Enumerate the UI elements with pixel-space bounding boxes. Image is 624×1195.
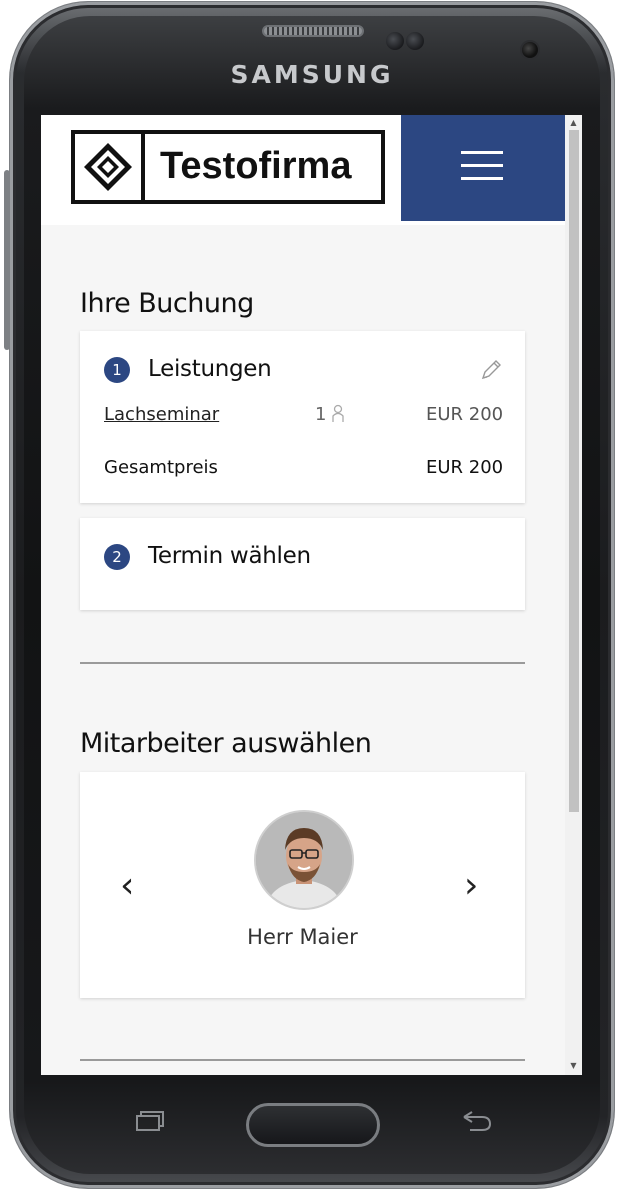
device-brand-logo: SAMSUNG (230, 60, 394, 89)
menu-bar-icon (461, 151, 503, 154)
back-icon[interactable] (460, 1110, 492, 1132)
service-item-quantity: 1 (315, 404, 327, 425)
booking-section-title: Ihre Buchung (80, 288, 254, 319)
services-card: 1 Leistungen Lachseminar 1 EUR 200 Gesam… (80, 331, 525, 503)
light-sensor (406, 32, 424, 50)
service-item-link[interactable]: Lachseminar (104, 404, 219, 425)
company-logo[interactable]: Testofirma (71, 130, 385, 204)
hamburger-menu-button[interactable] (401, 115, 565, 221)
staff-avatar[interactable] (254, 810, 354, 910)
appointment-step-title: Termin wählen (148, 543, 311, 569)
step-number-badge: 1 (104, 357, 130, 383)
logo-text: Testofirma (160, 145, 352, 187)
site-header: Testofirma (41, 115, 565, 225)
total-price-value: EUR 200 (426, 457, 504, 478)
scroll-down-icon[interactable]: ▼ (565, 1061, 582, 1070)
service-item-price: EUR 200 (426, 404, 504, 425)
step-number-badge: 2 (104, 544, 130, 570)
chevron-left-icon[interactable]: ‹ (120, 868, 134, 904)
recent-apps-icon[interactable] (133, 1110, 165, 1132)
edit-pencil-icon[interactable] (478, 357, 504, 383)
appointment-card[interactable]: 2 Termin wählen (80, 518, 525, 610)
section-divider (80, 1059, 525, 1061)
vertical-scrollbar[interactable]: ▲ ▼ (565, 115, 582, 1075)
total-price-label: Gesamtpreis (104, 457, 218, 478)
scrollbar-thumb[interactable] (569, 130, 579, 812)
menu-bar-icon (461, 164, 503, 167)
volume-button (4, 170, 10, 350)
staff-name: Herr Maier (247, 925, 358, 949)
home-button[interactable] (246, 1103, 380, 1147)
services-step-title: Leistungen (148, 356, 272, 382)
front-camera (520, 40, 540, 60)
staff-carousel: ‹ › Herr Maier (80, 772, 525, 998)
proximity-sensor (386, 32, 404, 50)
person-icon (331, 404, 345, 424)
menu-bar-icon (461, 177, 503, 180)
logo-diamond-icon (75, 134, 145, 200)
earpiece-speaker (262, 25, 364, 37)
screen: Testofirma Ihre Buchung 1 Leistungen Lac… (41, 115, 582, 1075)
chevron-right-icon[interactable]: › (464, 868, 478, 904)
section-divider (80, 662, 525, 664)
staff-section-title: Mitarbeiter auswählen (80, 728, 372, 759)
scroll-up-icon[interactable]: ▲ (565, 118, 582, 127)
